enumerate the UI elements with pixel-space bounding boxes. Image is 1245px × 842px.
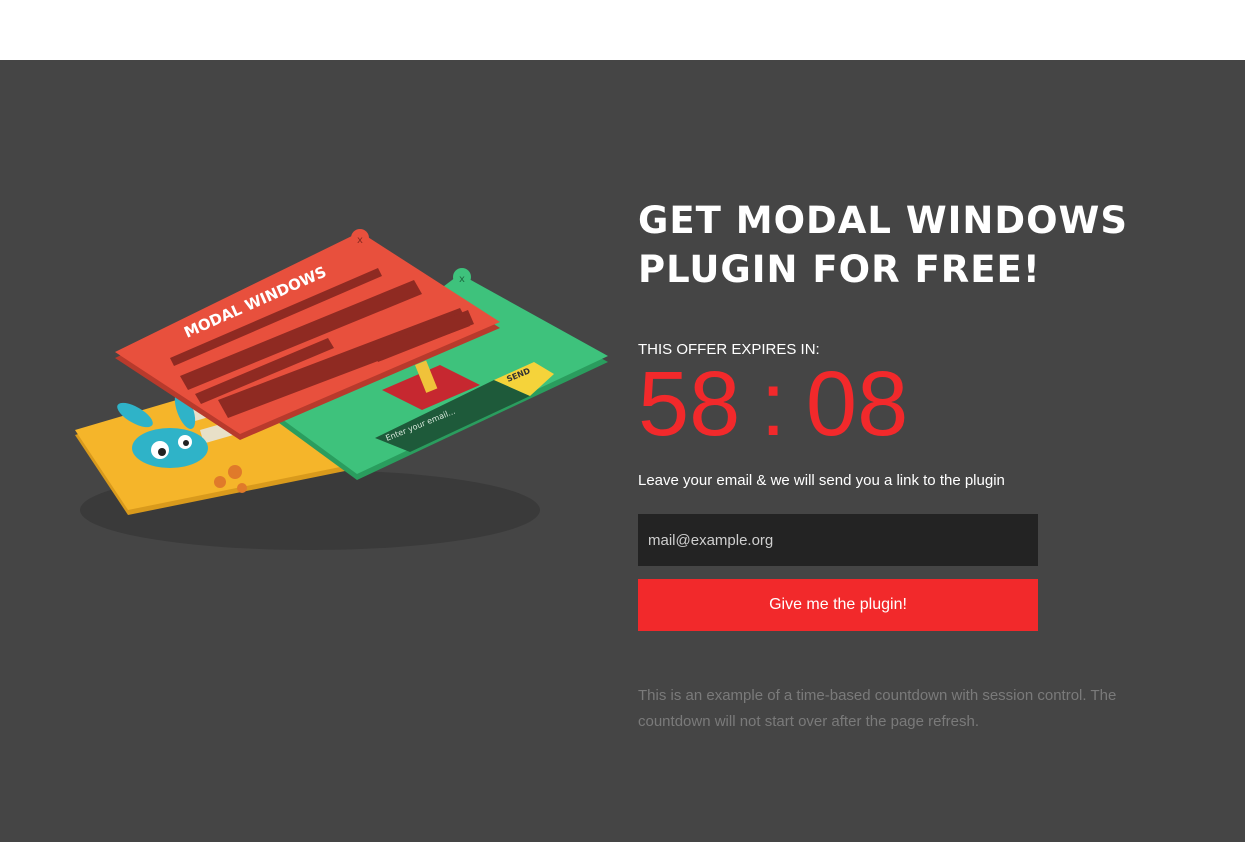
form-lead-text: Leave your email & we will send you a li…: [638, 472, 1005, 489]
title-line-1: GET MODAL WINDOWS: [638, 199, 1129, 242]
modal-windows-illustration: x Enter your email... SEND x MODAL WINDO…: [75, 229, 608, 550]
green-close-glyph: x: [459, 274, 465, 285]
red-close-glyph: x: [357, 235, 363, 246]
countdown-minutes: 58: [638, 353, 741, 455]
countdown-separator: :: [760, 353, 786, 455]
countdown-seconds: 08: [805, 353, 909, 455]
page-title: GET MODAL WINDOWS PLUGIN FOR FREE!: [638, 196, 1158, 294]
email-input[interactable]: [638, 514, 1038, 566]
countdown-note: This is an example of a time-based count…: [638, 687, 1117, 730]
get-plugin-button[interactable]: Give me the plugin!: [638, 579, 1038, 631]
title-line-2: PLUGIN FOR FREE!: [638, 248, 1041, 291]
countdown-timer: 58 : 08: [638, 356, 908, 452]
top-bar: [0, 0, 1245, 60]
